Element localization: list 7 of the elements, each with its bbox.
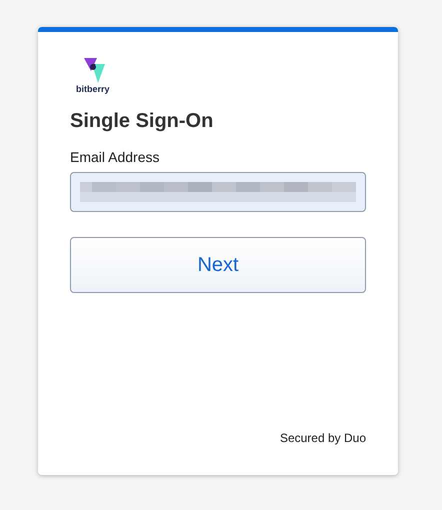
next-button[interactable]: Next (70, 237, 366, 293)
logo-icon (82, 57, 106, 84)
field-label: Email Address (70, 149, 160, 165)
footer-text: Secured by Duo (280, 431, 366, 445)
email-field[interactable] (70, 172, 366, 212)
page-title: Single Sign-On (70, 110, 214, 133)
logo-text: bitberry (76, 84, 110, 94)
